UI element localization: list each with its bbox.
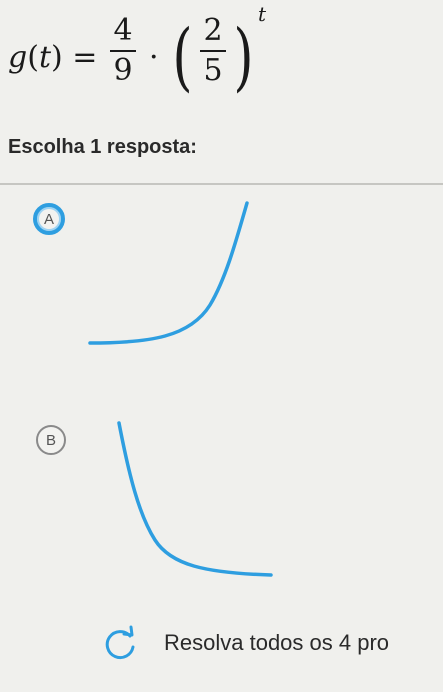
formula-big-open-paren: ( [172, 14, 193, 100]
solve-all-label: Resolva todos os 4 pro [164, 630, 390, 655]
option-b-curve [117, 421, 273, 577]
fraction-numerator: 2 [203, 13, 223, 48]
option-b-letter: B [45, 431, 56, 449]
divider [0, 183, 443, 185]
fraction-denominator: 5 [203, 53, 223, 88]
formula-multiply-dot: · [149, 40, 159, 75]
formula-function-name: g [8, 40, 28, 75]
option-a-radio[interactable]: A [33, 203, 65, 235]
answer-prompt: Escolha 1 resposta: [8, 136, 197, 158]
fraction-bar [110, 50, 136, 52]
fraction-numerator: 4 [113, 13, 133, 48]
fraction-denominator: 9 [113, 53, 133, 88]
option-b-graph[interactable] [105, 415, 285, 585]
fraction-two-fifths: 2 5 [200, 14, 226, 88]
option-a-curve [88, 201, 249, 345]
fraction-bar [200, 50, 226, 52]
fraction-four-ninths: 4 9 [110, 14, 136, 88]
solve-all-button[interactable]: Resolva todos os 4 pro [100, 618, 443, 668]
option-a-graph[interactable] [80, 195, 260, 355]
question-formula: g(t) = 4 9 · ( 2 5 ) t [8, 2, 308, 116]
refresh-icon [105, 625, 135, 660]
formula-big-close-paren: ) [233, 14, 254, 100]
formula-variable: t [38, 40, 51, 75]
formula-close-paren: ) [51, 40, 63, 75]
formula-equals: = [72, 40, 98, 75]
formula-exponent: t [258, 2, 267, 26]
formula-lhs: g(t) = [8, 40, 97, 75]
option-a-letter: A [43, 210, 54, 228]
option-b-radio[interactable]: B [36, 425, 66, 455]
formula-open-paren: ( [27, 40, 39, 75]
